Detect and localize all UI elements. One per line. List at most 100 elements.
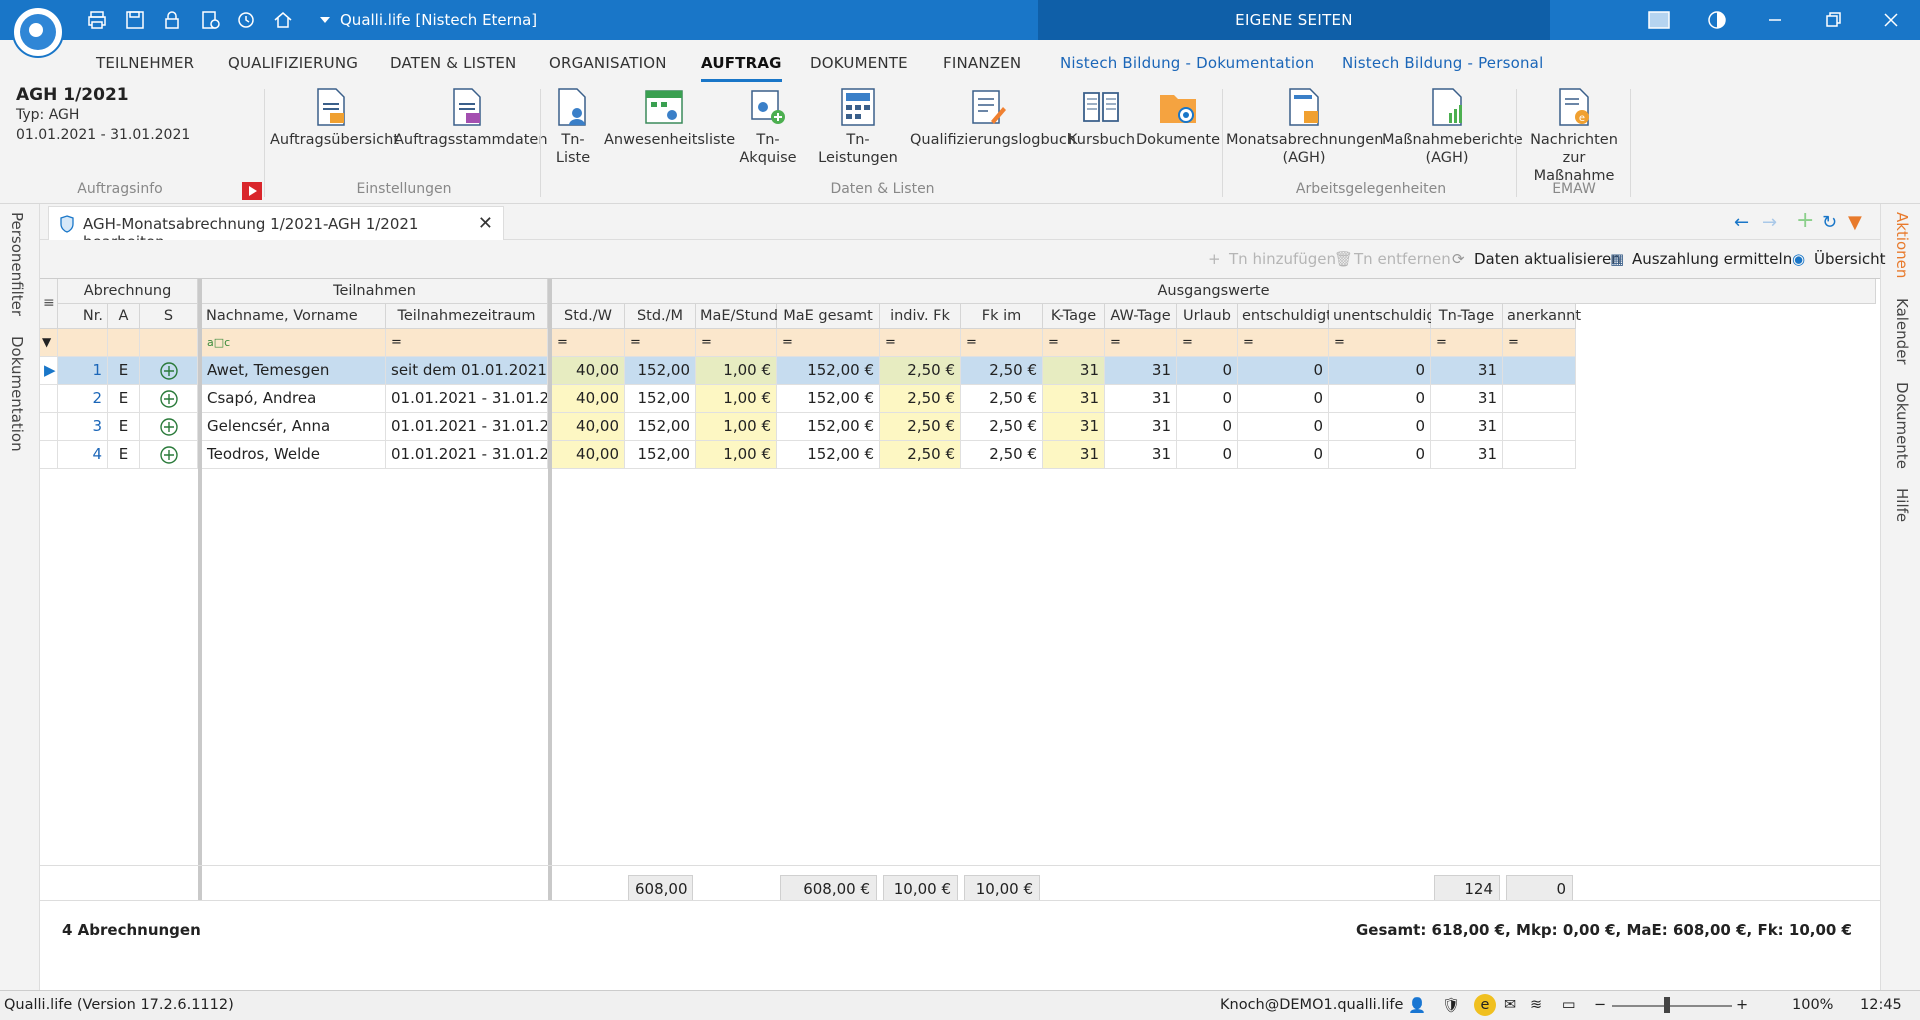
- refresh-icon[interactable]: [235, 9, 257, 31]
- panel-icon[interactable]: ▭: [1562, 997, 1576, 1013]
- chevron-down-icon[interactable]: ▼: [1848, 212, 1862, 233]
- filter-cell-tnt[interactable]: =: [1431, 329, 1503, 357]
- filter-cell-stdw[interactable]: =: [552, 329, 625, 357]
- remove-participant-button[interactable]: Tn entfernen: [1354, 250, 1451, 268]
- filter-cell-kt[interactable]: =: [1043, 329, 1105, 357]
- column-header-fk[interactable]: indiv. Fk: [880, 304, 961, 329]
- add-circle-icon[interactable]: [159, 446, 178, 464]
- column-header-stdw[interactable]: Std./W: [552, 304, 625, 329]
- cell-nr[interactable]: 1: [58, 357, 108, 385]
- shield-check-icon[interactable]: 🛡: [1442, 997, 1460, 1014]
- filter-cell-awt[interactable]: =: [1105, 329, 1177, 357]
- dropdown-arrow-icon[interactable]: [314, 9, 336, 31]
- filter-icon[interactable]: ▼: [40, 329, 58, 357]
- filter-cell-mae_g[interactable]: =: [777, 329, 880, 357]
- cell-nr[interactable]: 2: [58, 385, 108, 413]
- cell-kt[interactable]: 31: [1043, 441, 1105, 469]
- tab-dokumente[interactable]: DOKUMENTE: [810, 54, 908, 72]
- filter-cell-s[interactable]: [140, 329, 198, 357]
- nachrichten-button[interactable]: e Nachrichten zur Maßnahme: [1520, 87, 1628, 185]
- filter-cell-unent[interactable]: =: [1329, 329, 1431, 357]
- zoom-handle[interactable]: [1664, 997, 1670, 1013]
- tn-akquise-button[interactable]: Tn-Akquise: [728, 87, 808, 167]
- cell-fk[interactable]: 2,50 €: [880, 413, 961, 441]
- emaw-icon[interactable]: e: [1474, 994, 1496, 1016]
- mail-icon[interactable]: ✉: [1504, 997, 1516, 1013]
- auftragsuebersicht-button[interactable]: Auftragsübersicht: [270, 87, 399, 149]
- tab-nistech-dokumentation[interactable]: Nistech Bildung - Dokumentation: [1060, 54, 1314, 72]
- column-header-kt[interactable]: K-Tage: [1043, 304, 1105, 329]
- filter-cell-mae_h[interactable]: =: [696, 329, 777, 357]
- cell-nr[interactable]: 3: [58, 413, 108, 441]
- overview-button[interactable]: Übersicht: [1814, 250, 1886, 268]
- anwesenheitsliste-button[interactable]: Anwesenheitsliste: [604, 87, 735, 149]
- column-header-stdm[interactable]: Std./M: [625, 304, 696, 329]
- cell-kt[interactable]: 31: [1043, 357, 1105, 385]
- back-arrow-icon[interactable]: ←: [1734, 212, 1749, 233]
- tab-teilnehmer[interactable]: TEILNEHMER: [96, 54, 194, 72]
- wifi-icon[interactable]: ≋: [1530, 997, 1542, 1013]
- cell-mae_h[interactable]: 1,00 €: [696, 413, 777, 441]
- add-circle-icon[interactable]: [159, 362, 178, 380]
- tab-auftrag[interactable]: AUFTRAG: [701, 54, 782, 82]
- column-header-nr[interactable]: Nr.: [58, 304, 108, 329]
- tab-nistech-personal[interactable]: Nistech Bildung - Personal: [1342, 54, 1543, 72]
- task-icon[interactable]: [199, 9, 221, 31]
- column-header-url[interactable]: Urlaub: [1177, 304, 1238, 329]
- zoom-slider[interactable]: [1612, 1005, 1732, 1007]
- contrast-icon[interactable]: [1706, 10, 1728, 30]
- hamburger-icon[interactable]: ≡: [43, 295, 55, 311]
- user-icon[interactable]: 👤: [1408, 997, 1426, 1014]
- cell-kt[interactable]: 31: [1043, 385, 1105, 413]
- reload-icon[interactable]: ↻: [1822, 212, 1837, 233]
- filter-cell-a[interactable]: [108, 329, 140, 357]
- filter-cell-aner[interactable]: =: [1503, 329, 1576, 357]
- close-window-icon[interactable]: [1880, 10, 1902, 30]
- dokumente-side-tab[interactable]: Dokumente: [1893, 382, 1911, 469]
- row-indicator[interactable]: [40, 413, 58, 441]
- column-header-tnt[interactable]: Tn-Tage: [1431, 304, 1503, 329]
- add-icon[interactable]: +: [1796, 208, 1814, 233]
- column-header-ent[interactable]: entschuldigt: [1238, 304, 1332, 329]
- zoom-out-icon[interactable]: −: [1594, 997, 1606, 1013]
- row-indicator[interactable]: ▶: [40, 357, 58, 385]
- add-participant-button[interactable]: Tn hinzufügen: [1229, 250, 1336, 268]
- cell-fk[interactable]: 2,50 €: [880, 357, 961, 385]
- auftragsstammdaten-button[interactable]: Auftragsstammdaten: [394, 87, 548, 149]
- filter-cell-fk[interactable]: =: [880, 329, 961, 357]
- personenfilter-tab[interactable]: Personenfilter: [8, 212, 26, 316]
- column-header-a[interactable]: A: [108, 304, 140, 329]
- close-icon[interactable]: ✕: [478, 213, 493, 234]
- column-header-name[interactable]: Nachname, Vorname: [202, 304, 386, 329]
- print-icon[interactable]: [86, 9, 108, 31]
- aktionen-tab[interactable]: Aktionen: [1893, 212, 1911, 278]
- column-header-fk_m[interactable]: Fk im Monat: [961, 304, 1043, 348]
- cell-mae_h[interactable]: 1,00 €: [696, 385, 777, 413]
- tn-liste-button[interactable]: Tn-Liste: [545, 87, 601, 167]
- dokumente-button[interactable]: Dokumente: [1136, 87, 1220, 149]
- qualifizierungslogbuch-button[interactable]: Qualifizierungslogbuch: [910, 87, 1076, 149]
- cell-stdw[interactable]: 40,00: [552, 413, 625, 441]
- tab-organisation[interactable]: ORGANISATION: [549, 54, 667, 72]
- filter-cell-stdm[interactable]: =: [625, 329, 696, 357]
- cell-mae_h[interactable]: 1,00 €: [696, 357, 777, 385]
- cell-kt[interactable]: 31: [1043, 413, 1105, 441]
- filter-cell-zeitraum[interactable]: =: [386, 329, 548, 357]
- restore-icon[interactable]: [1822, 10, 1844, 30]
- monatsabrechnungen-button[interactable]: Monatsabrechnungen (AGH): [1226, 87, 1383, 167]
- cell-s[interactable]: [140, 357, 198, 385]
- cell-s[interactable]: [140, 413, 198, 441]
- save-icon[interactable]: [124, 9, 146, 31]
- cell-stdw[interactable]: 40,00: [552, 357, 625, 385]
- row-indicator[interactable]: [40, 385, 58, 413]
- column-header-aner[interactable]: anerkannt: [1503, 304, 1581, 329]
- filter-cell-name[interactable]: a□c: [202, 329, 386, 357]
- cell-s[interactable]: [140, 441, 198, 469]
- filter-cell-fk_m[interactable]: =: [961, 329, 1043, 357]
- refresh-data-button[interactable]: Daten aktualisieren: [1474, 250, 1621, 268]
- column-header-zeitraum[interactable]: Teilnahmezeitraum: [386, 304, 548, 329]
- column-header-s[interactable]: S: [140, 304, 198, 329]
- zoom-in-icon[interactable]: +: [1736, 997, 1748, 1013]
- cell-nr[interactable]: 4: [58, 441, 108, 469]
- row-indicator[interactable]: [40, 441, 58, 469]
